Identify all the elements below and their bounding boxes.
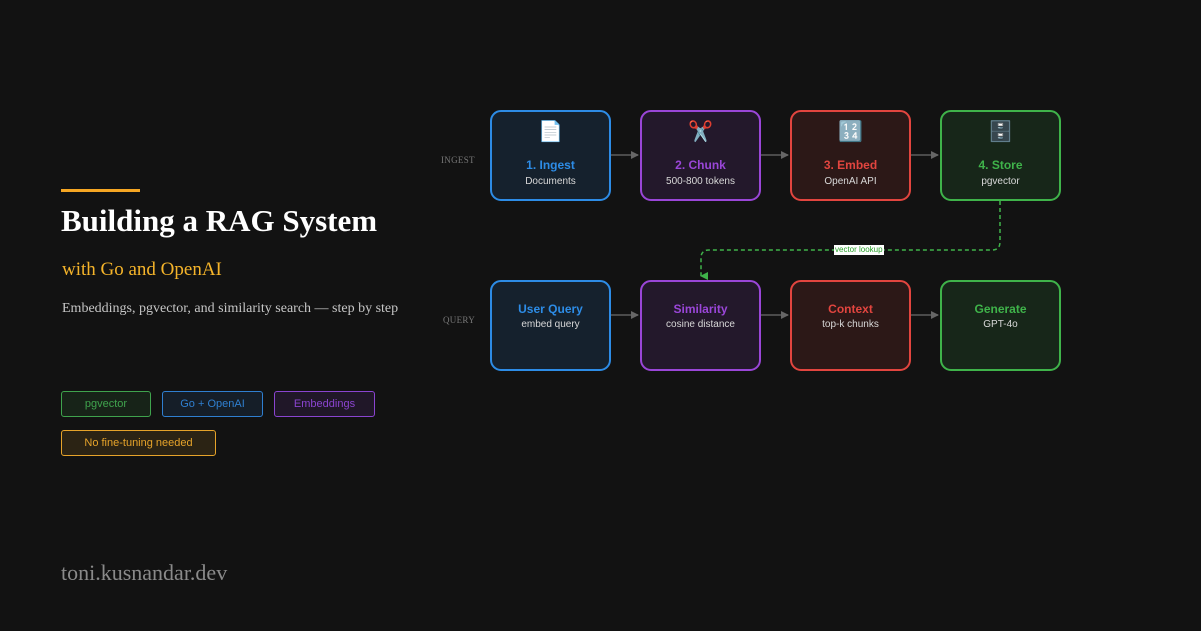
node-subtitle: GPT-4o <box>983 319 1018 330</box>
node-title: Generate <box>974 302 1027 316</box>
node-subtitle: 500-800 tokens <box>666 176 735 187</box>
node-subtitle: cosine distance <box>666 319 735 330</box>
vector-lookup-label: vector lookup <box>834 245 884 255</box>
node-subtitle: pgvector <box>981 176 1020 187</box>
scissors-icon: ✂️ <box>688 121 713 143</box>
arrow-vector-lookup <box>700 201 1001 280</box>
node-title: 4. Store <box>978 158 1023 172</box>
node-chunk: ✂️ 2. Chunk 500-800 tokens <box>640 110 761 201</box>
node-title: 2. Chunk <box>675 158 726 172</box>
node-title: 3. Embed <box>823 158 878 172</box>
node-subtitle: top-k chunks <box>822 319 879 330</box>
node-user-query: User Query embed query <box>490 280 611 371</box>
node-context: Context top-k chunks <box>790 280 911 371</box>
node-subtitle: OpenAI API <box>824 176 877 187</box>
node-similarity: Similarity cosine distance <box>640 280 761 371</box>
node-ingest: 📄 1. Ingest Documents <box>490 110 611 201</box>
node-subtitle: Documents <box>525 176 576 187</box>
document-icon: 📄 <box>538 121 563 143</box>
node-embed: 🔢 3. Embed OpenAI API <box>790 110 911 201</box>
numbers-icon: 🔢 <box>838 121 863 143</box>
node-title: 1. Ingest <box>526 158 575 172</box>
node-title: User Query <box>518 302 583 316</box>
node-title: Similarity <box>673 302 728 316</box>
file-cabinet-icon: 🗄️ <box>988 121 1013 143</box>
node-subtitle: embed query <box>521 319 580 330</box>
node-store: 🗄️ 4. Store pgvector <box>940 110 1061 201</box>
node-generate: Generate GPT-4o <box>940 280 1061 371</box>
node-title: Context <box>828 302 873 316</box>
